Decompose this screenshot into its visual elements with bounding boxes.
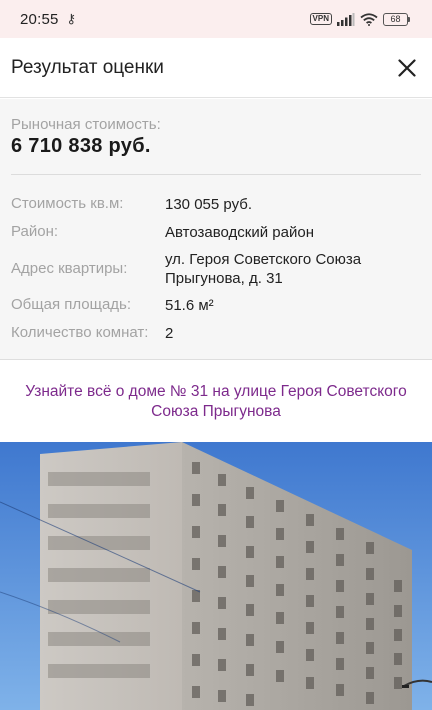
detail-label: Адрес квартиры: [11, 260, 128, 277]
valuation-panel: Рыночная стоимость: 6 710 838 руб. Стоим… [0, 99, 432, 360]
building-photo-image [0, 442, 432, 710]
signal-icon [337, 12, 355, 26]
wifi-icon [360, 12, 378, 26]
dialog-header: Результат оценки [0, 38, 432, 98]
house-info-link[interactable]: Узнайте всё о доме № 31 на улице Героя С… [16, 382, 416, 422]
detail-value: Автозаводский район [165, 224, 314, 241]
status-indicators: VPN 68 [309, 12, 410, 26]
house-link-area: Узнайте всё о доме № 31 на улице Героя С… [0, 361, 432, 442]
divider [11, 174, 421, 175]
market-value-label: Рыночная стоимость: [11, 116, 161, 133]
market-value: 6 710 838 руб. [11, 135, 151, 157]
close-button[interactable] [393, 54, 421, 82]
detail-label: Количество комнат: [11, 324, 149, 341]
detail-value: 130 055 руб. [165, 196, 252, 213]
status-bar: 20:55 ⚷ VPN 68 [0, 0, 432, 38]
battery-level: 68 [383, 12, 408, 26]
detail-label: Общая площадь: [11, 296, 132, 313]
detail-label: Район: [11, 223, 59, 240]
close-icon [398, 58, 416, 77]
detail-value: 2 [165, 325, 174, 342]
page-title: Результат оценки [11, 56, 164, 78]
detail-value: ул. Героя Советского Союза Прыгунова, д.… [165, 251, 362, 287]
building-photo [0, 442, 432, 710]
detail-value: 51.6 м² [165, 297, 214, 314]
battery-icon: 68 [383, 12, 410, 26]
status-time: 20:55 [20, 10, 59, 28]
vpn-badge: VPN [309, 13, 332, 25]
key-icon: ⚷ [66, 11, 77, 26]
detail-label: Стоимость кв.м: [11, 195, 124, 212]
